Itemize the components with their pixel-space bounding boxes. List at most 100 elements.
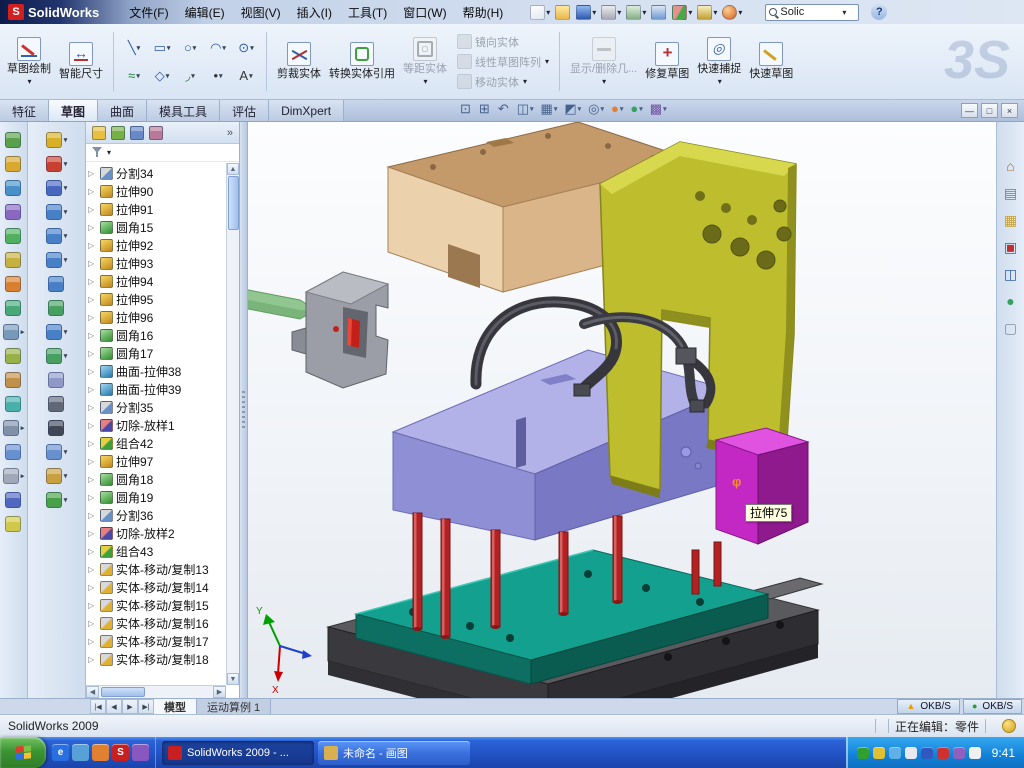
circle-tool-icon[interactable]: ▾ — [46, 228, 68, 244]
feature-tree-item[interactable]: ▷ 拉伸97 — [88, 452, 239, 470]
flyout-arrow-icon[interactable]: ▾ — [64, 328, 68, 336]
previous-tab-button[interactable]: ◀ — [106, 699, 122, 714]
scrollbar-thumb[interactable] — [228, 176, 239, 230]
taskbar-task[interactable]: 未命名 - 画图 — [318, 741, 470, 765]
apply-scene-icon[interactable]: ● ▾ — [630, 102, 642, 116]
command-tab[interactable]: 评估 — [220, 100, 269, 121]
taskbar-task[interactable]: SolidWorks 2009 - ... — [162, 741, 314, 765]
flyout-arrow-icon[interactable]: ▸ — [21, 328, 25, 336]
line-icon[interactable]: ╲ ▾ — [121, 35, 147, 61]
lofted-boss-icon[interactable] — [5, 204, 23, 220]
dropdown-arrow-icon[interactable]: ▾ — [219, 72, 223, 80]
feature-tree-item[interactable]: ▷ 曲面-拉伸38 — [88, 362, 239, 380]
expand-arrow-icon[interactable]: ▷ — [88, 457, 97, 466]
menu-item[interactable]: 文件(F) — [121, 2, 176, 23]
dimxpertmanager-tab-icon[interactable] — [149, 126, 163, 140]
dropdown-arrow-icon[interactable]: ▾ — [166, 72, 170, 80]
feature-tree-item[interactable]: ▷ 组合43 — [88, 542, 239, 560]
rapid-sketch-button[interactable]: 快速草图 — [746, 40, 796, 84]
dropdown-arrow-icon[interactable]: ▾ — [250, 44, 254, 52]
hide-show-items-icon[interactable]: ◎ ▾ — [588, 102, 604, 116]
dropdown-arrow-icon[interactable]: ▾ — [578, 105, 582, 113]
dropdown-arrow-icon[interactable]: ▾ — [545, 57, 549, 66]
tray-network-icon[interactable] — [889, 747, 901, 759]
menu-item[interactable]: 视图(V) — [233, 2, 289, 23]
section-view-icon[interactable]: ◫ ▾ — [517, 102, 534, 116]
dropdown-arrow-icon[interactable]: ▾ — [642, 8, 646, 17]
feature-tree-item[interactable]: ▷ 切除-放样2 — [88, 524, 239, 542]
dropdown-arrow-icon[interactable]: ▾ — [718, 77, 722, 86]
command-tab[interactable]: 特征 — [0, 100, 49, 121]
part-cavity-block[interactable] — [393, 350, 752, 540]
plane-tool-icon[interactable] — [48, 372, 66, 388]
configurationmanager-tab-icon[interactable] — [130, 126, 144, 140]
expand-chevron-icon[interactable]: » — [227, 127, 233, 139]
model-tab[interactable]: 运动算例 1 — [197, 699, 271, 714]
scroll-up-icon[interactable]: ▲ — [227, 163, 239, 175]
spline-curve-icon[interactable]: ▾ — [46, 492, 68, 508]
command-tab[interactable]: DimXpert — [269, 100, 344, 121]
expand-arrow-icon[interactable]: ▷ — [88, 439, 97, 448]
expand-arrow-icon[interactable]: ▷ — [88, 619, 97, 628]
command-tab[interactable]: 模具工具 — [147, 100, 220, 121]
mirror-entities-button[interactable]: 镜向实体 — [454, 34, 552, 50]
tray-antivirus-icon[interactable] — [857, 747, 869, 759]
expand-arrow-icon[interactable]: ▷ — [88, 583, 97, 592]
expand-arrow-icon[interactable]: ▷ — [88, 367, 97, 376]
flyout-arrow-icon[interactable]: ▾ — [64, 208, 68, 216]
flyout-arrow-icon[interactable]: ▾ — [64, 448, 68, 456]
hole-wizard-icon[interactable] — [5, 252, 23, 268]
ellipse-tool-icon[interactable]: ▾ — [46, 324, 68, 340]
feature-tree-item[interactable]: ▷ 拉伸92 — [88, 236, 239, 254]
custom-properties-icon[interactable]: ▢ — [1004, 320, 1017, 336]
dropdown-arrow-icon[interactable]: ▾ — [592, 8, 596, 17]
dropdown-arrow-icon[interactable]: ▾ — [167, 44, 171, 52]
text-tool-icon[interactable] — [48, 396, 66, 412]
expand-arrow-icon[interactable]: ▷ — [88, 259, 97, 268]
flyout-arrow-icon[interactable]: ▸ — [21, 424, 25, 432]
instant3d-icon[interactable] — [5, 516, 23, 532]
expand-arrow-icon[interactable]: ▷ — [88, 565, 97, 574]
part-core-insert[interactable] — [292, 272, 388, 388]
expand-arrow-icon[interactable]: ▷ — [88, 529, 97, 538]
dropdown-arrow-icon[interactable]: ▾ — [601, 105, 605, 113]
ellipse-icon[interactable]: ⊙ ▾ — [233, 35, 259, 61]
expand-arrow-icon[interactable]: ▷ — [88, 205, 97, 214]
scrollbar-thumb[interactable] — [101, 687, 145, 697]
point-icon[interactable]: • ▾ — [205, 63, 231, 89]
tree-vertical-scrollbar[interactable]: ▲ ▼ — [226, 163, 239, 685]
feature-tree-item[interactable]: ▷ 实体-移动/复制13 — [88, 560, 239, 578]
expand-arrow-icon[interactable]: ▷ — [88, 475, 97, 484]
flyout-arrow-icon[interactable]: ▾ — [64, 160, 68, 168]
feature-tree-item[interactable]: ▷ 圆角17 — [88, 344, 239, 362]
file-explorer-icon[interactable]: ▦ — [1004, 212, 1017, 228]
search-box[interactable]: ▾ — [765, 4, 859, 21]
save-icon[interactable]: ▾ — [575, 4, 597, 21]
open-icon[interactable] — [554, 4, 572, 21]
solidworks-resources-icon[interactable]: ⌂ — [1006, 158, 1014, 174]
tray-volume-icon[interactable] — [905, 747, 917, 759]
polygon-tool-icon[interactable] — [48, 276, 66, 292]
sketch-fillet-tool-icon[interactable]: ▾ — [46, 348, 68, 364]
dropdown-arrow-icon[interactable]: ▾ — [423, 77, 427, 86]
feature-tree-item[interactable]: ▷ 实体-移动/复制17 — [88, 632, 239, 650]
feature-tree-item[interactable]: ▷ 拉伸96 — [88, 308, 239, 326]
print-icon[interactable]: ▾ — [600, 4, 622, 21]
previous-view-icon[interactable]: ↶ — [498, 102, 510, 116]
expand-arrow-icon[interactable]: ▷ — [88, 547, 97, 556]
sketch-button[interactable]: 草图绘制 ▾ — [4, 35, 54, 88]
dropdown-arrow-icon[interactable]: ▾ — [191, 72, 195, 80]
feature-tree-item[interactable]: ▷ 圆角15 — [88, 218, 239, 236]
revolved-cut-icon[interactable] — [5, 276, 23, 292]
undo-icon[interactable]: ▾ — [625, 4, 647, 21]
flyout-arrow-icon[interactable]: ▾ — [64, 256, 68, 264]
spline-icon[interactable]: ≈ ▾ — [121, 63, 147, 89]
convert-entities-button[interactable]: 转换实体引用 — [326, 40, 398, 84]
dropdown-arrow-icon[interactable]: ▾ — [222, 44, 226, 52]
shell-icon[interactable] — [5, 396, 23, 412]
rebuild-icon[interactable]: ▾ — [671, 4, 693, 21]
feature-tree-item[interactable]: ▷ 分割34 — [88, 164, 239, 182]
feature-tree-item[interactable]: ▷ 组合42 — [88, 434, 239, 452]
expand-arrow-icon[interactable]: ▷ — [88, 223, 97, 232]
sketch-fillet-icon[interactable]: ◞ ▾ — [177, 63, 203, 89]
